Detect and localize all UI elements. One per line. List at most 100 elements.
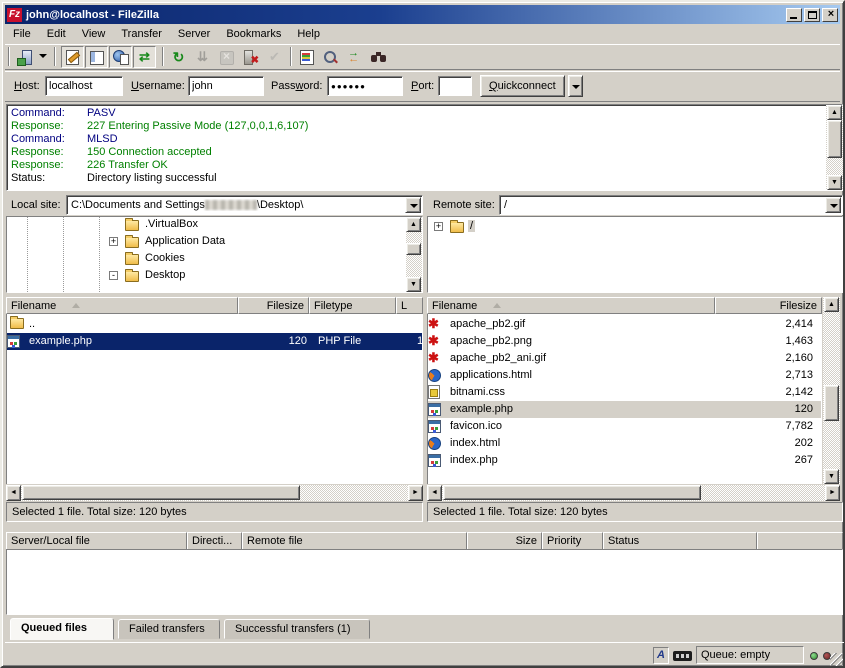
remote-list-scrollbar-thumb[interactable]: [824, 385, 839, 421]
process-queue-button[interactable]: ⇊: [191, 46, 214, 68]
tree-item-root[interactable]: + /: [428, 219, 842, 236]
local-tree-scrollbar[interactable]: ▲ ▼: [406, 217, 422, 292]
log-scrollbar-thumb[interactable]: [827, 120, 842, 158]
title-bar[interactable]: Fz john@localhost - FileZilla ×: [5, 5, 840, 24]
data-type-indicator-icon[interactable]: A: [653, 647, 669, 664]
toggle-remote-tree-button[interactable]: [109, 46, 132, 68]
column-header-filename[interactable]: Filename: [427, 297, 715, 314]
tree-item-virtualbox[interactable]: .VirtualBox: [7, 217, 422, 234]
column-header-filetype[interactable]: Filetype: [309, 297, 396, 314]
toggle-transfer-queue-button[interactable]: ⇄: [133, 46, 156, 68]
php-file-icon: [428, 454, 441, 467]
filezilla-logo-icon: Fz: [7, 8, 22, 22]
remote-site-combobox[interactable]: /: [499, 195, 843, 215]
local-file-row-selected[interactable]: example.php 120 PHP File 1: [7, 333, 422, 350]
log-scrollbar[interactable]: ▲ ▼: [826, 105, 843, 190]
resize-grip[interactable]: [830, 653, 843, 666]
site-manager-button[interactable]: [13, 46, 36, 68]
remote-file-row[interactable]: ✱ apache_pb2.png 1,463: [428, 333, 821, 350]
cancel-operation-button[interactable]: [215, 46, 238, 68]
password-input[interactable]: [327, 76, 403, 96]
filename-cell: index.php: [450, 454, 498, 466]
remote-list-hscrollbar[interactable]: ◄ ►: [427, 485, 840, 501]
remote-file-row[interactable]: index.php 267: [428, 452, 821, 469]
local-directory-tree: .VirtualBox + Application Data Cookies -…: [6, 216, 423, 293]
php-file-icon: [428, 403, 441, 416]
expand-icon[interactable]: +: [434, 222, 443, 231]
refresh-button[interactable]: ↻: [167, 46, 190, 68]
toggle-local-tree-button[interactable]: [85, 46, 108, 68]
filename-cell: example.php: [450, 403, 513, 415]
local-site-combobox[interactable]: C:\Documents and Settings\Desktop\: [66, 195, 423, 215]
lastmodified-cell: 1: [417, 335, 423, 347]
toggle-message-log-button[interactable]: [61, 46, 84, 68]
port-input[interactable]: [438, 76, 472, 96]
filter-button[interactable]: [295, 46, 318, 68]
local-tree-scrollbar-thumb[interactable]: [406, 243, 421, 255]
site-manager-dropdown-icon[interactable]: [39, 54, 47, 58]
tree-item-application-data[interactable]: + Application Data: [7, 234, 422, 251]
column-header-filesize[interactable]: Filesize: [238, 297, 309, 314]
find-files-button[interactable]: [367, 46, 390, 68]
remote-site-path: /: [504, 199, 822, 211]
column-header-filesize[interactable]: Filesize: [715, 297, 822, 314]
remote-list-scrollbar[interactable]: ▲ ▼: [823, 297, 840, 484]
username-label: Username:: [131, 80, 185, 92]
menu-help[interactable]: Help: [289, 26, 328, 42]
reconnect-button[interactable]: ✔: [263, 46, 286, 68]
local-site-dropdown-icon[interactable]: [405, 197, 421, 213]
transfer-queue-list[interactable]: [6, 549, 843, 615]
log-line: Response:150 Connection accepted: [11, 146, 212, 159]
remote-file-row[interactable]: bitnami.css 2,142: [428, 384, 821, 401]
tab-successful-transfers[interactable]: Successful transfers (1): [224, 619, 370, 639]
directory-comparison-button[interactable]: [319, 46, 342, 68]
filename-cell: index.html: [450, 437, 500, 449]
menu-bookmarks[interactable]: Bookmarks: [218, 26, 289, 42]
html-file-icon: [428, 437, 441, 450]
local-hscrollbar-thumb[interactable]: [22, 485, 300, 500]
remote-file-row[interactable]: index.html 202: [428, 435, 821, 452]
folder-icon: [10, 318, 24, 329]
column-header-lastmodified[interactable]: L: [396, 297, 423, 314]
maximize-button[interactable]: [804, 8, 820, 22]
remote-file-row[interactable]: favicon.ico 7,782: [428, 418, 821, 435]
username-input[interactable]: [188, 76, 264, 96]
remote-site-dropdown-icon[interactable]: [825, 197, 841, 213]
expand-icon[interactable]: +: [109, 237, 118, 246]
remote-file-row-selected[interactable]: example.php 120: [428, 401, 821, 418]
local-file-row[interactable]: ..: [7, 316, 422, 333]
menu-file[interactable]: File: [5, 26, 39, 42]
column-header-filename[interactable]: Filename: [6, 297, 238, 314]
menu-server[interactable]: Server: [170, 26, 218, 42]
log-line: Status:Directory listing successful: [11, 172, 217, 185]
filesize-cell: 2,142: [728, 386, 813, 398]
folder-icon: [125, 237, 139, 248]
remote-hscrollbar-thumb[interactable]: [443, 485, 701, 500]
encryption-indicator-icon[interactable]: [673, 651, 692, 661]
remote-file-row[interactable]: ✱ apache_pb2_ani.gif 2,160: [428, 350, 821, 367]
quickconnect-dropdown-button[interactable]: [568, 75, 583, 97]
menu-edit[interactable]: Edit: [39, 26, 74, 42]
host-input[interactable]: [45, 76, 123, 96]
filename-cell: ..: [29, 318, 35, 330]
tab-queued-files[interactable]: Queued files: [10, 618, 114, 640]
window-title: john@localhost - FileZilla: [26, 9, 784, 21]
quickconnect-button[interactable]: Quickconnect: [480, 75, 565, 97]
filesize-cell: 120: [728, 403, 813, 415]
remote-file-row[interactable]: ✱ apache_pb2.gif 2,414: [428, 316, 821, 333]
minimize-button[interactable]: [786, 8, 802, 22]
site-manager-icon: [16, 49, 33, 65]
synchronized-browsing-button[interactable]: [343, 46, 366, 68]
sync-browsing-icon: [346, 49, 363, 65]
disconnect-button[interactable]: [239, 46, 262, 68]
tree-item-desktop[interactable]: - Desktop: [7, 268, 422, 285]
log-line: Command:PASV: [11, 107, 116, 120]
remote-file-row[interactable]: applications.html 2,713: [428, 367, 821, 384]
collapse-icon[interactable]: -: [109, 271, 118, 280]
tab-failed-transfers[interactable]: Failed transfers: [118, 619, 220, 639]
menu-transfer[interactable]: Transfer: [113, 26, 170, 42]
close-button[interactable]: ×: [822, 8, 838, 22]
menu-view[interactable]: View: [74, 26, 114, 42]
tree-item-cookies[interactable]: Cookies: [7, 251, 422, 268]
local-list-hscrollbar[interactable]: ◄ ►: [6, 485, 423, 501]
